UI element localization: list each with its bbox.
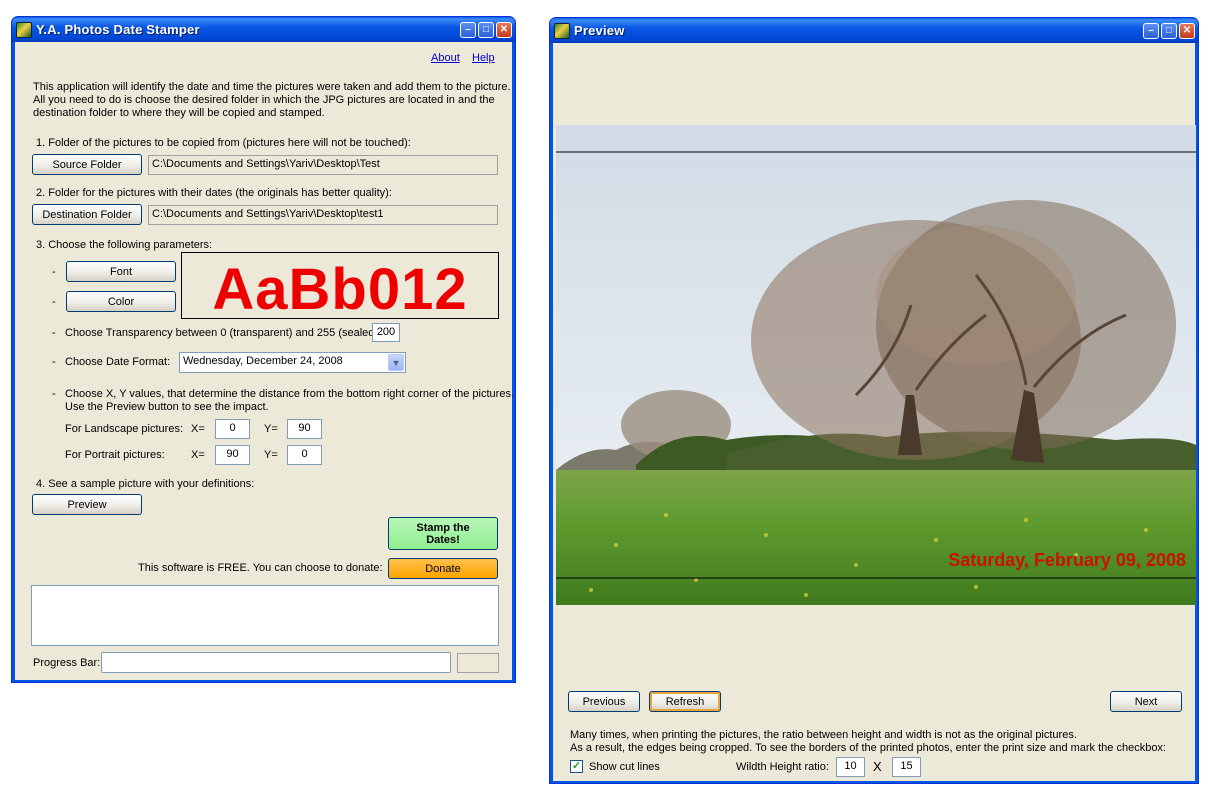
intro-text-line1: This application will identify the date … bbox=[33, 81, 511, 93]
portrait-label: For Portrait pictures: bbox=[65, 449, 165, 461]
preview-titlebar[interactable]: Preview – □ ✕ bbox=[550, 18, 1198, 43]
show-cut-lines-checkbox[interactable]: ✓ bbox=[570, 760, 583, 773]
stamp-dates-button[interactable]: Stamp the Dates! bbox=[388, 517, 498, 550]
xy-dash: - bbox=[52, 388, 56, 400]
stamp-button-line1: Stamp the bbox=[416, 521, 470, 534]
destination-path-field[interactable]: C:\Documents and Settings\Yariv\Desktop\… bbox=[148, 205, 498, 225]
intro-text-line2: All you need to do is choose the desired… bbox=[33, 94, 495, 106]
font-sample-box: AaBb012 bbox=[181, 252, 499, 319]
info-text-line2: As a result, the edges being cropped. To… bbox=[570, 742, 1166, 754]
stamp-button-line2: Dates! bbox=[426, 533, 460, 546]
landscape-x-input[interactable]: 0 bbox=[215, 419, 250, 439]
destination-folder-button[interactable]: Destination Folder bbox=[32, 204, 142, 225]
close-icon[interactable]: ✕ bbox=[1179, 22, 1195, 39]
show-cut-lines-label[interactable]: Show cut lines bbox=[589, 761, 660, 773]
xy-description-line1: Choose X, Y values, that determine the d… bbox=[65, 388, 515, 400]
progress-bar bbox=[101, 652, 451, 673]
date-format-select[interactable]: Wednesday, December 24, 2008 bbox=[179, 352, 406, 373]
landscape-label: For Landscape pictures: bbox=[65, 423, 184, 435]
help-link[interactable]: Help bbox=[472, 52, 495, 64]
photo-landscape-image bbox=[556, 125, 1196, 605]
transparency-input[interactable]: 200 bbox=[372, 323, 400, 342]
next-button[interactable]: Next bbox=[1110, 691, 1182, 712]
font-dash: - bbox=[52, 266, 56, 278]
checkmark-icon: ✓ bbox=[571, 760, 582, 772]
xy-description-line2: Use the Preview button to see the impact… bbox=[65, 401, 269, 413]
date-format-label: Choose Date Format: bbox=[65, 356, 171, 368]
log-textarea[interactable] bbox=[31, 585, 499, 646]
main-titlebar[interactable]: Y.A. Photos Date Stamper – □ ✕ bbox=[12, 17, 515, 42]
donate-button[interactable]: Donate bbox=[388, 558, 498, 579]
landscape-y-label: Y= bbox=[264, 423, 278, 435]
main-client-area: About Help This application will identif… bbox=[15, 42, 515, 680]
source-folder-button[interactable]: Source Folder bbox=[32, 154, 142, 175]
step1-label: 1. Folder of the pictures to be copied f… bbox=[36, 137, 411, 149]
preview-photo: Saturday, February 09, 2008 bbox=[556, 125, 1196, 605]
portrait-x-input[interactable]: 90 bbox=[215, 445, 250, 465]
info-text-line1: Many times, when printing the pictures, … bbox=[570, 729, 1077, 741]
font-sample-text: AaBb012 bbox=[212, 257, 468, 319]
about-link[interactable]: About bbox=[431, 52, 460, 64]
chevron-down-icon: ▼ bbox=[391, 357, 401, 368]
minimize-icon[interactable]: – bbox=[1143, 22, 1159, 39]
preview-window-title: Preview bbox=[574, 23, 625, 38]
landscape-x-label: X= bbox=[191, 423, 205, 435]
color-button[interactable]: Color bbox=[66, 291, 176, 312]
maximize-icon[interactable]: □ bbox=[1161, 22, 1177, 39]
close-icon[interactable]: ✕ bbox=[496, 21, 512, 38]
ratio-label: Wildth Height ratio: bbox=[736, 761, 829, 773]
refresh-button[interactable]: Refresh bbox=[649, 691, 721, 712]
main-window: Y.A. Photos Date Stamper – □ ✕ About Hel… bbox=[11, 16, 516, 683]
intro-text-line3: destination folder to where they will be… bbox=[33, 107, 325, 119]
step3-label: 3. Choose the following parameters: bbox=[36, 239, 213, 251]
portrait-x-label: X= bbox=[191, 449, 205, 461]
source-path-field[interactable]: C:\Documents and Settings\Yariv\Desktop\… bbox=[148, 155, 498, 175]
color-dash: - bbox=[52, 296, 56, 308]
transparency-dash: - bbox=[52, 327, 56, 339]
progress-bar-label: Progress Bar: bbox=[33, 657, 101, 669]
main-window-title: Y.A. Photos Date Stamper bbox=[36, 22, 200, 37]
app-icon bbox=[554, 22, 570, 39]
date-stamp-overlay: Saturday, February 09, 2008 bbox=[948, 550, 1186, 570]
transparency-label: Choose Transparency between 0 (transpare… bbox=[65, 327, 382, 339]
step2-label: 2. Folder for the pictures with their da… bbox=[36, 187, 392, 199]
ratio-x-separator: X bbox=[873, 759, 882, 774]
portrait-y-label: Y= bbox=[264, 449, 278, 461]
preview-client-area: Saturday, February 09, 2008 Previous Ref… bbox=[553, 43, 1196, 781]
landscape-y-input[interactable]: 90 bbox=[287, 419, 322, 439]
minimize-icon[interactable]: – bbox=[460, 21, 476, 38]
date-format-value: Wednesday, December 24, 2008 bbox=[183, 355, 343, 367]
free-software-text: This software is FREE. You can choose to… bbox=[138, 562, 383, 574]
preview-button[interactable]: Preview bbox=[32, 494, 142, 515]
progress-percent-box bbox=[457, 653, 499, 673]
preview-window: Preview – □ ✕ Saturday, February 09, 200… bbox=[549, 17, 1199, 784]
step4-label: 4. See a sample picture with your defini… bbox=[36, 478, 255, 490]
date-format-dash: - bbox=[52, 356, 56, 368]
maximize-icon[interactable]: □ bbox=[478, 21, 494, 38]
previous-button[interactable]: Previous bbox=[568, 691, 640, 712]
font-button[interactable]: Font bbox=[66, 261, 176, 282]
date-format-dropdown-button[interactable]: ▼ bbox=[388, 354, 404, 371]
portrait-y-input[interactable]: 0 bbox=[287, 445, 322, 465]
ratio-width-input[interactable]: 10 bbox=[836, 757, 865, 777]
ratio-height-input[interactable]: 15 bbox=[892, 757, 921, 777]
app-icon bbox=[16, 21, 32, 38]
